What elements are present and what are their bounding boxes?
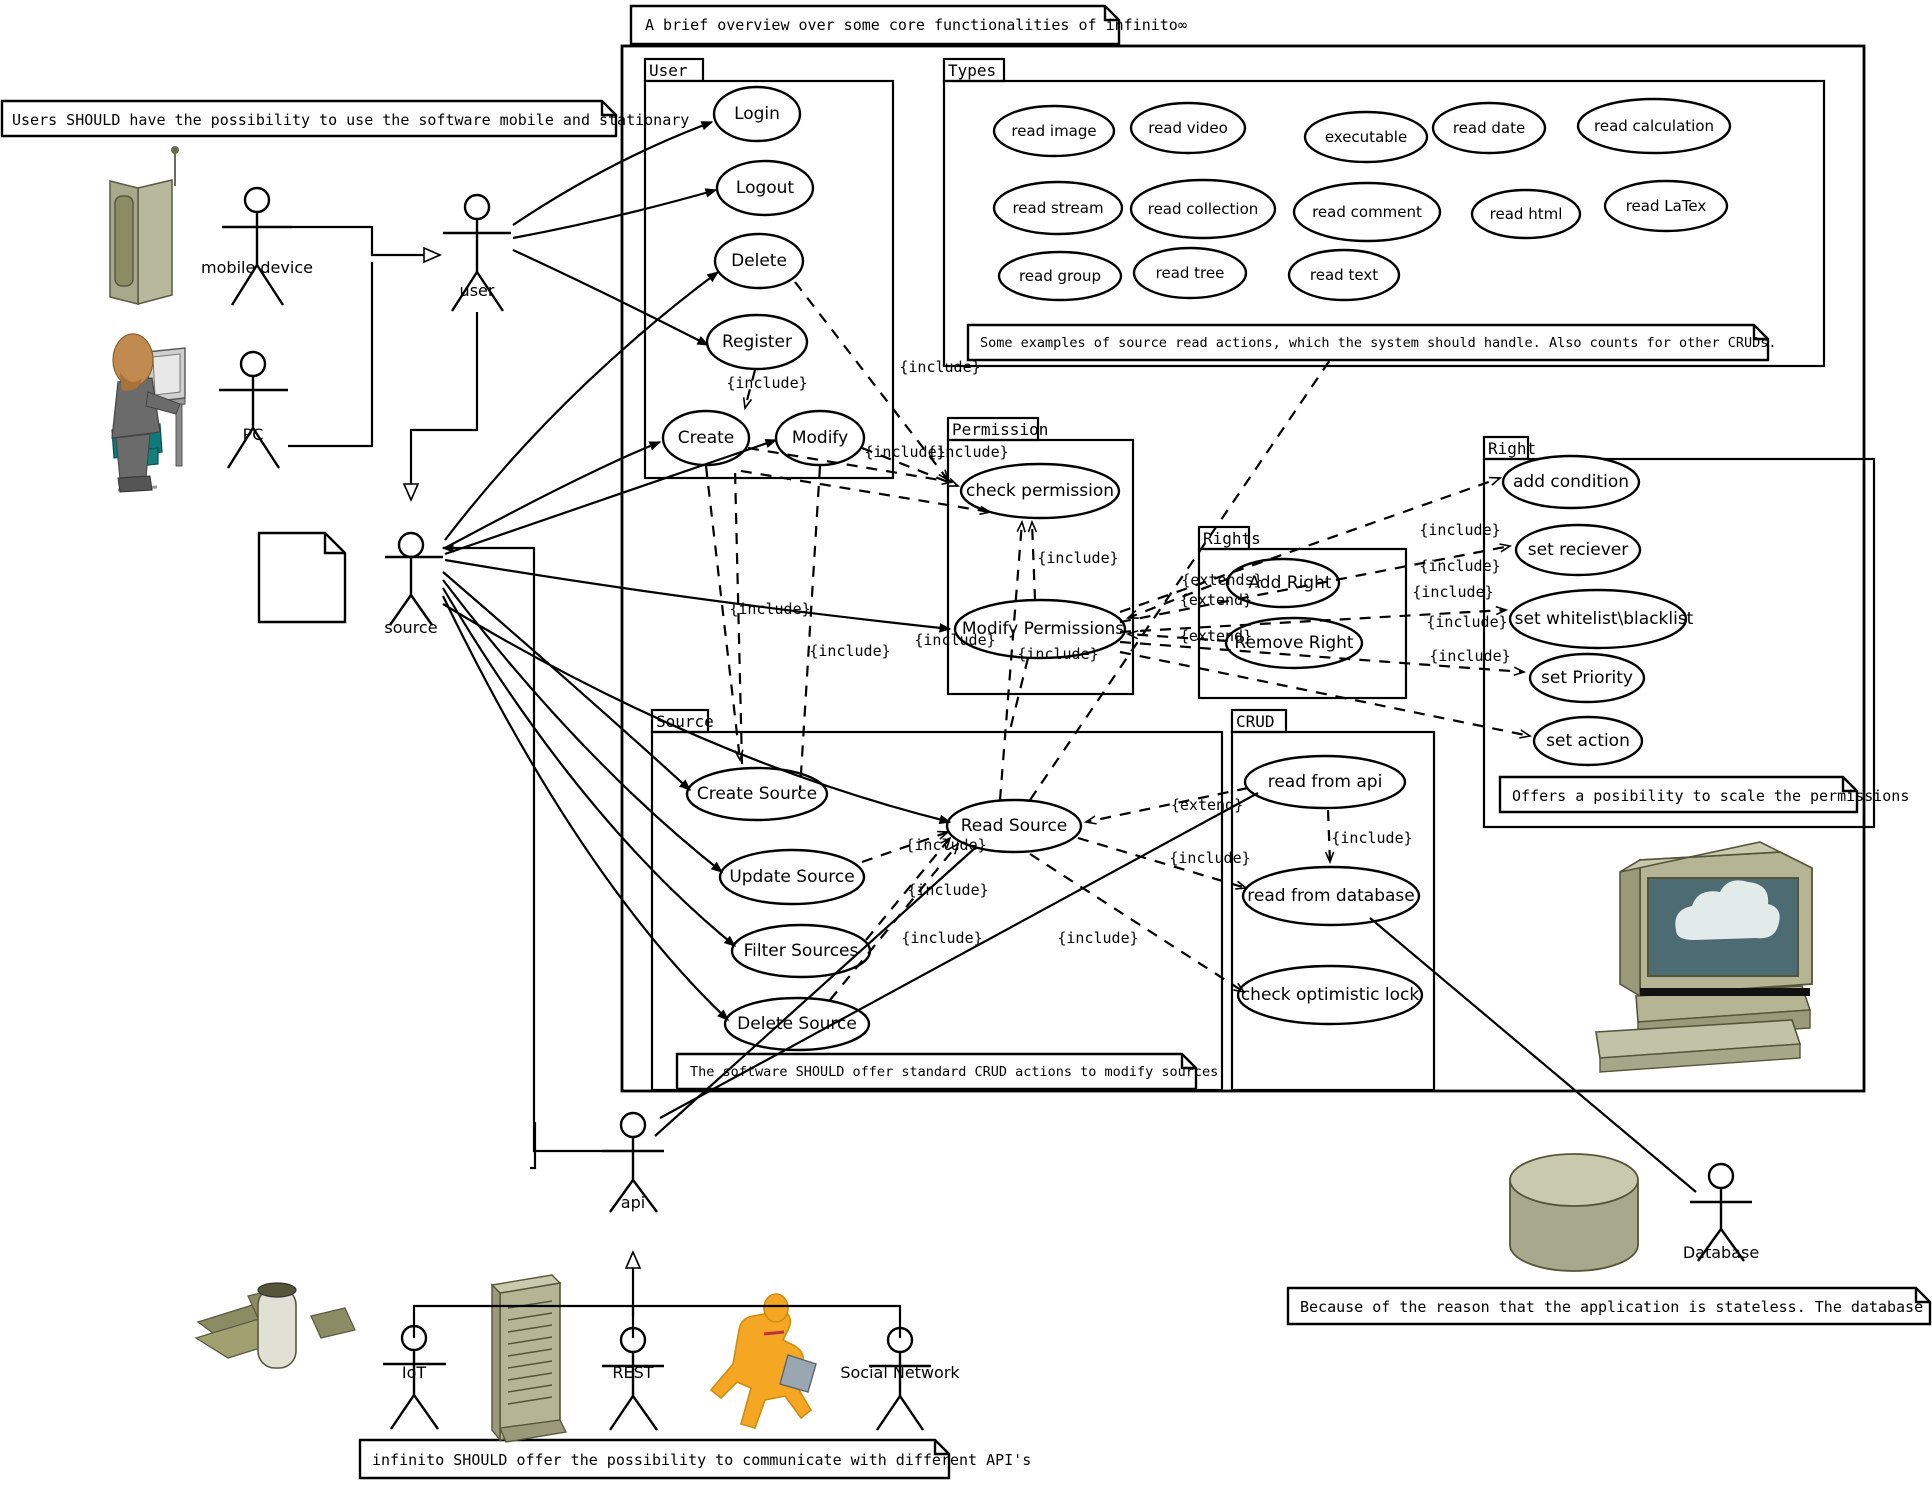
usecase-label-read-image: read image	[1011, 122, 1097, 140]
usecase-label-create: Create	[677, 428, 735, 448]
stereo-include-right-3: {include}	[1412, 583, 1494, 601]
usecase-label-read-tree: read tree	[1155, 264, 1225, 282]
satellite-icon	[194, 1282, 356, 1369]
stereo-include-right-5: {include}	[1429, 647, 1511, 665]
usecase-label-login: Login	[734, 104, 780, 124]
package-title-user: User	[649, 61, 688, 80]
stereo-extend-read-api: {extend}	[1170, 796, 1244, 814]
usecase-label-remove-right: Remove Right	[1234, 633, 1354, 653]
usecase-label-read-calculation: read calculation	[1594, 117, 1714, 135]
usecase-label-read-comment: read comment	[1312, 203, 1422, 221]
assoc-api-generalizations	[412, 1252, 902, 1338]
usecase-label-set-priority: set Priority	[1541, 668, 1633, 688]
usecase-label-delete: Delete	[731, 251, 787, 271]
mobile-phone-icon	[109, 146, 179, 305]
stereo-include-update-read: {include}	[905, 836, 987, 854]
package-title-source: Source	[656, 712, 714, 731]
actor-source	[385, 531, 443, 626]
usecase-label-read-video: read video	[1148, 119, 1228, 137]
usecase-label-register: Register	[722, 332, 792, 352]
usecase-label-check-optimistic-lock: check optimistic lock	[1240, 985, 1420, 1005]
package-title-crud: CRUD	[1236, 712, 1275, 731]
usecase-label-set-action: set action	[1546, 731, 1630, 751]
usecase-label-read-html: read html	[1489, 205, 1563, 223]
actor-label-user: user	[459, 281, 495, 300]
uml-use-case-diagram: A brief overview over some core function…	[0, 0, 1932, 1485]
assoc-mobile-device-to-user	[292, 225, 440, 255]
package-title-rights: Rights	[1203, 529, 1261, 548]
usecase-label-set-reciever: set reciever	[1527, 540, 1629, 560]
note-mobile-text: Users SHOULD have the possibility to use…	[12, 111, 690, 129]
stereo-include-delete-read: {include}	[901, 929, 983, 947]
stereo-include-delete-permission: {include}	[899, 358, 981, 376]
assoc-user-to-source	[411, 312, 479, 500]
usecase-label-read-collection: read collection	[1147, 200, 1259, 218]
actor-label-api: api	[620, 1193, 646, 1212]
package-title-types: Types	[948, 61, 997, 80]
usecase-label-read-latex: read LaTex	[1625, 197, 1707, 215]
note-title-text: A brief overview over some core function…	[645, 16, 1187, 34]
note-api-text: infinito SHOULD offer the possibility to…	[372, 1451, 1032, 1469]
usecase-label-read-text: read text	[1309, 266, 1379, 284]
document-icon	[257, 531, 347, 624]
stereo-include-modifyperm-checkperm: {include}	[1037, 549, 1119, 567]
stereo-include-read-crud: {include}	[1057, 929, 1139, 947]
computer-cloud-icon	[1595, 841, 1813, 1073]
usecase-label-update-source: Update Source	[729, 867, 855, 887]
stereo-extends-add-right: {extends}	[1181, 571, 1263, 589]
usecase-label-delete-source: Delete Source	[737, 1014, 857, 1034]
actor-label-database: Database	[1682, 1243, 1760, 1262]
stereo-include-source-modifyperm-c: {include}	[914, 631, 996, 649]
note-source-text: The software SHOULD offer standard CRUD …	[690, 1064, 1219, 1080]
usecase-label-set-whitelist-blacklist: set whitelist\blacklist	[1514, 609, 1694, 629]
actor-mobile-device	[222, 186, 292, 306]
actor-label-iot: IoT	[401, 1363, 427, 1382]
actor-label-rest: REST	[612, 1363, 654, 1382]
usecase-label-read-group: read group	[1018, 267, 1102, 285]
note-types-text: Some examples of source read actions, wh…	[980, 335, 1777, 351]
note-database-text: Because of the reason that the applicati…	[1300, 1298, 1932, 1316]
usecase-label-modify: Modify	[791, 428, 849, 448]
stereo-include-modify-permission: {include}	[927, 443, 1009, 461]
package-rights-shape	[1197, 525, 1408, 700]
stereo-include-source-modifyperm-b: {include}	[809, 642, 891, 660]
stereo-extend-add-right: {extend}	[1179, 591, 1253, 609]
stereo-include-source-modifyperm-a: {include}	[729, 600, 811, 618]
actor-pc	[219, 350, 288, 469]
stereo-include-right-2: {include}	[1419, 557, 1501, 575]
usecase-label-read-stream: read stream	[1012, 199, 1104, 217]
stereo-include-right-4: {include}	[1426, 613, 1508, 631]
stereo-include-api-database: {include}	[1331, 829, 1413, 847]
usecase-label-logout: Logout	[735, 178, 795, 198]
usecase-label-read-from-api: read from api	[1267, 772, 1383, 792]
assoc-api-to-source	[441, 543, 602, 1153]
stereo-include-filter-read: {include}	[907, 881, 989, 899]
usecase-label-filter-sources: Filter Sources	[743, 941, 859, 961]
package-title-right: Right	[1488, 439, 1537, 458]
usecase-label-read-from-database: read from database	[1247, 886, 1415, 906]
stereo-include-register-create: {include}	[726, 374, 808, 392]
usecase-label-check-permission: check permission	[965, 481, 1115, 501]
actor-label-mobile-device: mobile device	[201, 258, 313, 277]
actor-label-social-network: Social Network	[840, 1363, 960, 1382]
database-cylinder-icon	[1509, 1153, 1639, 1272]
usecase-label-read-date: read date	[1452, 119, 1526, 137]
diagram-canvas	[0, 4, 1932, 1480]
usecase-label-create-source: Create Source	[696, 784, 818, 804]
package-title-permission: Permission	[952, 420, 1049, 439]
stereo-extend-remove-right: {extend}	[1179, 627, 1253, 645]
assoc-pc-to-user	[288, 262, 374, 448]
usecase-label-read-source: Read Source	[960, 816, 1068, 836]
stereo-include-right-1: {include}	[1419, 521, 1501, 539]
stereo-include-modifyperm-down: {include}	[1017, 645, 1099, 663]
actor-label-source: source	[384, 618, 438, 637]
note-right-text: Offers a posibility to scale the permiss…	[1512, 787, 1910, 805]
person-at-pc-icon	[111, 333, 186, 493]
running-person-icon	[709, 1293, 817, 1429]
usecase-label-add-condition: add condition	[1512, 472, 1630, 492]
stereo-include-read-database: {include}	[1169, 849, 1251, 867]
actor-label-pc: PC	[242, 425, 264, 444]
server-tower-icon	[490, 1274, 567, 1443]
usecase-label-executable: executable	[1324, 128, 1408, 146]
